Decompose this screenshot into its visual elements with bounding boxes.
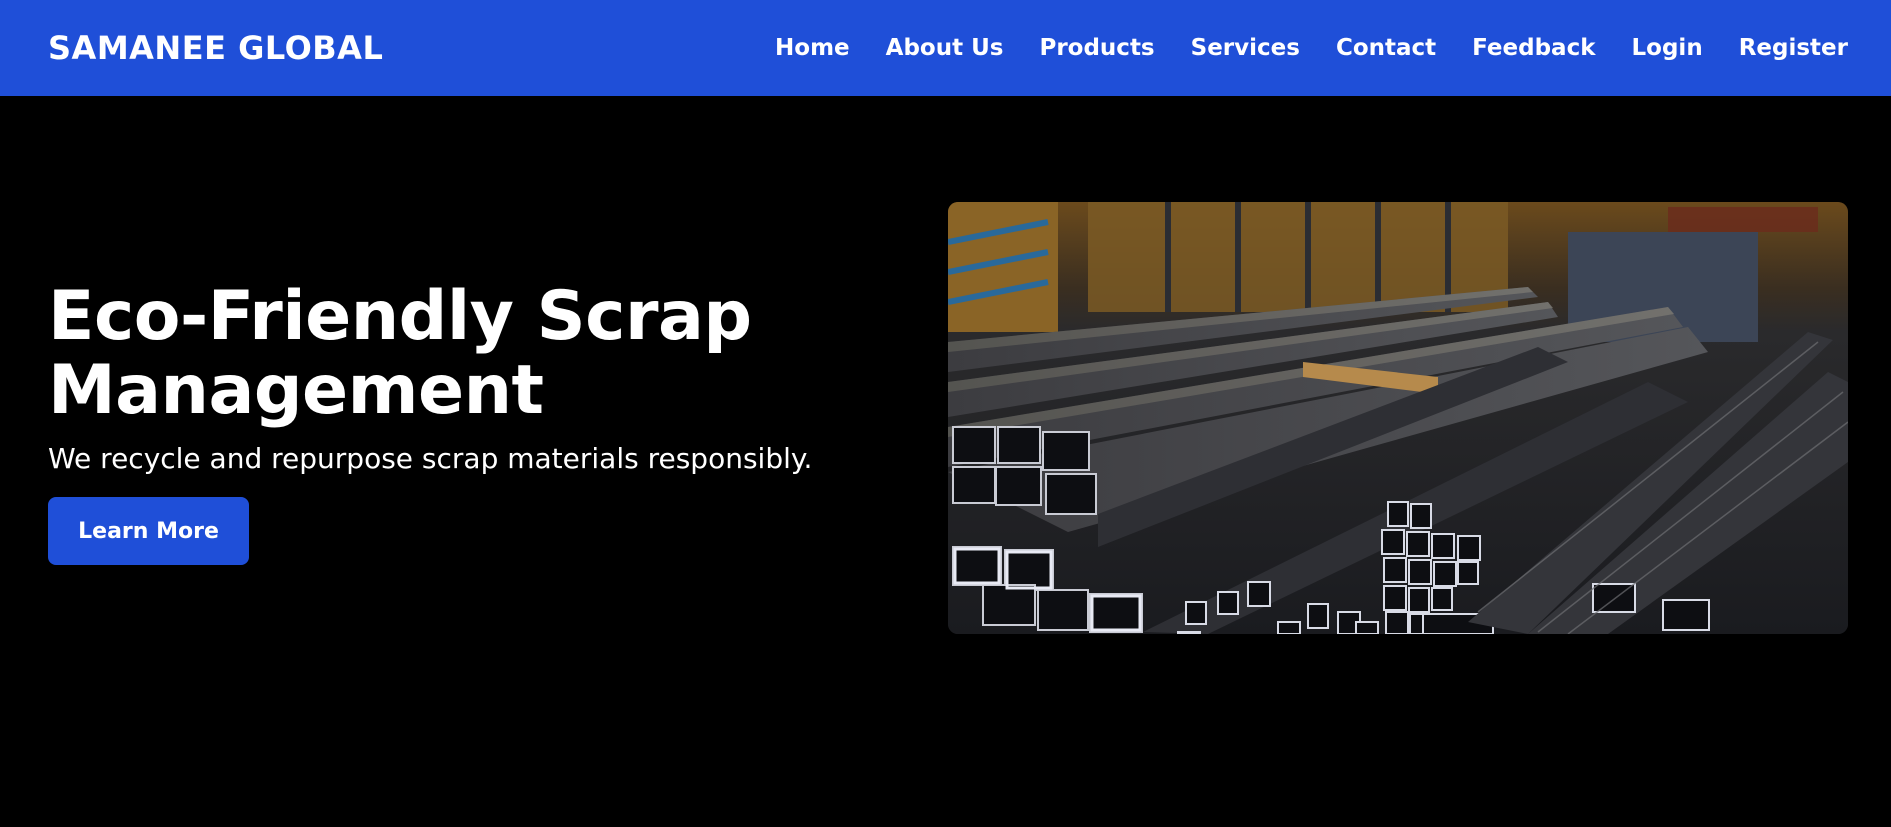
nav-products-link[interactable]: Products <box>1039 35 1154 61</box>
nav-contact-link[interactable]: Contact <box>1336 35 1436 61</box>
hero-image-steel-tubes <box>948 202 1848 634</box>
brand-logo[interactable]: SAMANEE GLOBAL <box>48 29 383 67</box>
hero-section: Eco-Friendly Scrap Management We recycle… <box>48 280 928 565</box>
steel-tubes-illustration <box>948 202 1848 634</box>
nav-home-link[interactable]: Home <box>775 35 850 61</box>
nav-feedback-link[interactable]: Feedback <box>1472 35 1595 61</box>
hero-title: Eco-Friendly Scrap Management <box>48 277 752 430</box>
hero-subtitle: We recycle and repurpose scrap materials… <box>48 442 813 475</box>
nav-login-link[interactable]: Login <box>1632 35 1703 61</box>
nav-about-link[interactable]: About Us <box>886 35 1004 61</box>
nav-services-link[interactable]: Services <box>1191 35 1300 61</box>
learn-more-button[interactable]: Learn More <box>48 497 249 565</box>
nav-register-link[interactable]: Register <box>1739 35 1848 61</box>
top-navbar: SAMANEE GLOBAL Home About Us Products Se… <box>0 0 1891 96</box>
main-nav: Home About Us Products Services Contact … <box>739 35 1848 61</box>
